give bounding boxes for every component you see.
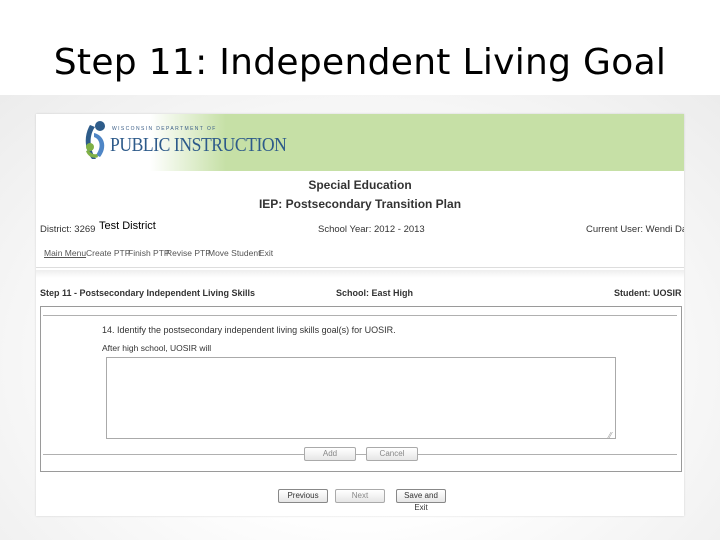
dpi-family-logo-icon bbox=[85, 121, 105, 159]
school-year: School Year: 2012 - 2013 bbox=[318, 224, 425, 235]
previous-button[interactable]: Previous bbox=[278, 489, 328, 503]
student-name: Student: UOSIR TAGOE bbox=[614, 288, 684, 298]
slide-title: Step 11: Independent Living Goal bbox=[53, 42, 667, 83]
goal-prompt: After high school, UOSIR will bbox=[102, 343, 212, 353]
step-title: Step 11 - Postsecondary Independent Livi… bbox=[40, 288, 256, 298]
nav-divider bbox=[36, 267, 684, 268]
cancel-button[interactable]: Cancel bbox=[366, 447, 418, 461]
nav-revise-ptp[interactable]: Revise PTP bbox=[166, 248, 211, 258]
module-title: Special Education bbox=[308, 178, 412, 192]
next-button[interactable]: Next bbox=[335, 489, 385, 503]
agency-name: PUBLIC INSTRUCTION bbox=[110, 134, 287, 156]
nav-main-menu[interactable]: Main Menu bbox=[44, 248, 86, 258]
district-name: Test District bbox=[97, 220, 158, 232]
district-label: District: 3269 bbox=[40, 224, 96, 235]
nav-finish-ptp[interactable]: Finish PTP bbox=[128, 248, 170, 258]
nav-shadow bbox=[36, 270, 684, 278]
nav-move-student[interactable]: Move Student bbox=[208, 248, 260, 258]
department-label: WISCONSIN DEPARTMENT OF bbox=[112, 126, 217, 132]
add-button[interactable]: Add bbox=[304, 447, 356, 461]
form-title: IEP: Postsecondary Transition Plan bbox=[258, 197, 462, 211]
school-name: School: East High bbox=[336, 288, 414, 298]
goal-textarea[interactable] bbox=[106, 357, 616, 439]
current-user: Current User: Wendi Dawson bbox=[586, 224, 684, 235]
nav-create-ptp[interactable]: Create PTP bbox=[86, 248, 130, 258]
nav-exit[interactable]: Exit bbox=[259, 248, 273, 258]
application-screenshot: WISCONSIN DEPARTMENT OF PUBLIC INSTRUCTI… bbox=[36, 114, 684, 516]
save-and-exit-button[interactable]: Save and Exit bbox=[396, 489, 446, 512]
question-text: 14. Identify the postsecondary independe… bbox=[102, 325, 396, 335]
resize-grip-icon[interactable]: ⁄⁄ bbox=[609, 431, 612, 440]
